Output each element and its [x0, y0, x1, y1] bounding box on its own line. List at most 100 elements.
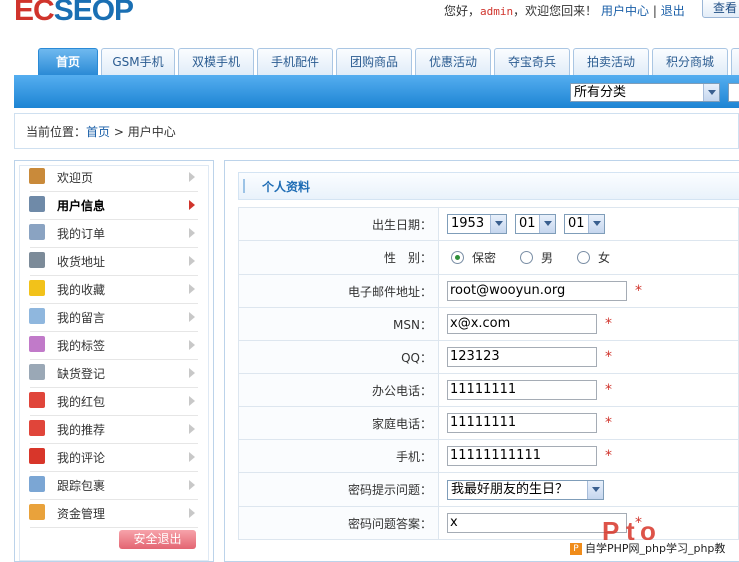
chevron-right-icon [189, 172, 195, 182]
nav-tab-auction[interactable]: 拍卖活动 [573, 48, 649, 75]
nav-tab-more[interactable] [731, 48, 739, 75]
flag-icon [29, 448, 45, 464]
mobile-label: 手机： [238, 439, 439, 473]
email-label: 电子邮件地址： [238, 274, 439, 308]
sidebar-item[interactable]: 我的红包 [29, 388, 198, 416]
birth-month-select[interactable]: 01 [515, 214, 556, 234]
form-row-msn: MSN： x@x.com * [238, 307, 739, 341]
breadcrumb-home[interactable]: 首页 [86, 125, 110, 139]
nav-tab-dual-mode[interactable]: 双模手机 [178, 48, 254, 75]
form-row-pw-question: 密码提示问题： 我最好朋友的生日？ [238, 472, 739, 507]
required-mark: * [635, 283, 642, 299]
sidebar-item-label: 用户信息 [57, 199, 106, 213]
chevron-right-icon [189, 368, 195, 378]
sidebar-item[interactable]: 我的收藏 [29, 276, 198, 304]
chevron-down-icon [539, 215, 555, 233]
home-icon [29, 168, 45, 184]
pw-question-label: 密码提示问题： [238, 472, 439, 507]
view-button[interactable]: 查看 [702, 0, 739, 18]
pw-question-select[interactable]: 我最好朋友的生日？ [447, 479, 604, 500]
form-row-qq: QQ： 123123 * [238, 340, 739, 374]
chevron-right-icon [189, 284, 195, 294]
required-mark: * [605, 448, 612, 464]
sidebar-item-label: 跟踪包裹 [57, 479, 106, 493]
document-icon [29, 224, 45, 240]
breadcrumb: 当前位置：首页 > 用户中心 [26, 125, 176, 139]
nav-tab-home[interactable]: 首页 [38, 48, 98, 75]
search-input[interactable] [728, 83, 739, 102]
sidebar-item[interactable]: 我的订单 [29, 220, 198, 248]
nav-tab-treasure[interactable]: 夺宝奇兵 [494, 48, 570, 75]
speech-bubble-icon [29, 308, 45, 324]
office-phone-field[interactable]: 11111111 [447, 380, 597, 400]
nav-tab-gsm[interactable]: GSM手机 [101, 48, 175, 75]
chevron-down-icon [703, 84, 719, 101]
nav-tab-points-mall[interactable]: 积分商城 [652, 48, 728, 75]
chevron-down-icon [490, 215, 506, 233]
form-row-office-phone: 办公电话： 11111111 * [238, 373, 739, 407]
user-center-link[interactable]: 用户中心 [601, 4, 649, 18]
home-phone-field[interactable]: 11111111 [447, 413, 597, 433]
separator: | [652, 4, 657, 18]
chevron-down-icon [588, 215, 604, 233]
email-field[interactable]: root@wooyun.org [447, 281, 627, 301]
nav-tab-group-buy[interactable]: 团购商品 [336, 48, 412, 75]
sidebar-item[interactable]: 资金管理 [29, 500, 198, 528]
logout-link[interactable]: 退出 [661, 4, 685, 18]
sidebar-item[interactable]: 欢迎页 [29, 164, 198, 192]
chevron-right-icon [189, 396, 195, 406]
qq-field[interactable]: 123123 [447, 347, 597, 367]
msn-label: MSN： [238, 307, 439, 341]
sidebar-item-label: 收货地址 [57, 255, 106, 269]
site-logo[interactable]: ECSEOP [14, 0, 134, 28]
form-row-gender: 性 别： 保密男女 [238, 240, 739, 275]
office-phone-label: 办公电话： [238, 373, 439, 407]
panel-title: 个人资料 [262, 180, 311, 194]
sidebar-item[interactable]: 我的标签 [29, 332, 198, 360]
gender-radio-secret[interactable] [451, 251, 464, 264]
category-select[interactable]: 所有分类 [570, 83, 720, 102]
chevron-right-icon [189, 480, 195, 490]
sidebar-item[interactable]: 收货地址 [29, 248, 198, 276]
sidebar-item[interactable]: 我的留言 [29, 304, 198, 332]
star-icon [29, 280, 45, 296]
sidebar-item[interactable]: 我的评论 [29, 444, 198, 472]
sidebar-item-label: 我的留言 [57, 311, 106, 325]
msn-field[interactable]: x@x.com [447, 314, 597, 334]
recommend-icon [29, 420, 45, 436]
birth-year-select[interactable]: 1953 [447, 214, 507, 234]
user-card-icon [29, 196, 45, 212]
magnifier-icon [29, 476, 45, 492]
birthday-label: 出生日期： [238, 207, 439, 241]
form-row-mobile: 手机： 11111111111 * [238, 439, 739, 473]
sidebar-item[interactable]: 跟踪包裹 [29, 472, 198, 500]
sidebar-item-label: 我的订单 [57, 227, 106, 241]
required-mark: * [605, 316, 612, 332]
sidebar-item[interactable]: 我的推荐 [29, 416, 198, 444]
php-badge-icon: P [570, 543, 582, 555]
qq-label: QQ： [238, 340, 439, 374]
chevron-down-icon [587, 480, 603, 499]
safe-logout-button[interactable]: 安全退出 [119, 530, 196, 549]
form-row-home-phone: 家庭电话： 11111111 * [238, 406, 739, 440]
mobile-field[interactable]: 11111111111 [447, 446, 597, 466]
form-row-birthday: 出生日期： 1953 01 01 [238, 207, 739, 241]
gender-radio-male[interactable] [520, 251, 534, 264]
nav-tab-accessories[interactable]: 手机配件 [257, 48, 333, 75]
chevron-right-icon [189, 256, 195, 266]
sidebar-item-label: 我的红包 [57, 395, 106, 409]
username: admin [480, 5, 514, 18]
wallet-icon [29, 504, 45, 520]
pw-answer-label: 密码问题答案： [238, 506, 439, 540]
sidebar-item-label: 我的收藏 [57, 283, 106, 297]
red-envelope-icon [29, 392, 45, 408]
chevron-right-icon [189, 228, 195, 238]
profile-form: 出生日期： 1953 01 01 性 别： 保密男女 电子邮件地址： root@wo… [238, 207, 739, 540]
nav-tab-promotions[interactable]: 优惠活动 [415, 48, 491, 75]
sidebar-item[interactable]: 用户信息 [29, 192, 198, 220]
notepad-icon [29, 364, 45, 380]
birth-day-select[interactable]: 01 [564, 214, 605, 234]
chevron-right-icon [189, 312, 195, 322]
gender-radio-female[interactable] [577, 251, 591, 264]
sidebar-item[interactable]: 缺货登记 [29, 360, 198, 388]
